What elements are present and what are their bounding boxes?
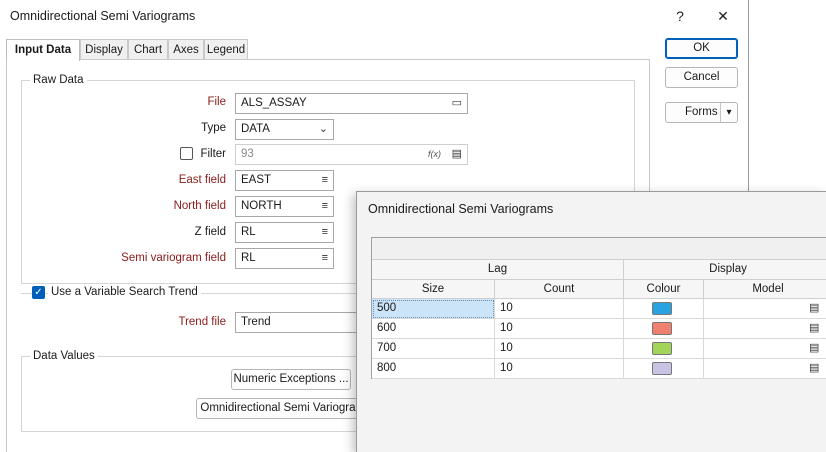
chevron-down-icon: ⌄ xyxy=(318,123,328,135)
semi-variograms-subdialog: Omnidirectional Semi Variograms Lag Disp… xyxy=(356,191,826,452)
type-value: DATA xyxy=(241,123,270,135)
colour-cell[interactable] xyxy=(624,319,704,339)
trend-file-value: Trend xyxy=(241,316,271,328)
window-title: Omnidirectional Semi Variograms xyxy=(10,9,196,23)
count-column-header[interactable]: Count xyxy=(495,280,624,299)
list-icon[interactable]: ≡ xyxy=(322,249,328,268)
tab-axes[interactable]: Axes xyxy=(168,39,204,60)
grid-toolbar-band xyxy=(372,238,826,260)
file-browse-icon[interactable]: ▭ xyxy=(452,94,462,113)
ok-button[interactable]: OK xyxy=(665,38,738,59)
east-field-input[interactable]: EAST ≡ xyxy=(235,170,334,191)
raw-data-label: Raw Data xyxy=(30,74,87,86)
filter-value: 93 xyxy=(241,148,254,160)
colour-swatch[interactable] xyxy=(652,302,672,315)
model-editor-icon[interactable]: ▤ xyxy=(809,299,819,318)
filter-checkbox[interactable] xyxy=(180,147,193,160)
forms-dropdown-icon[interactable]: ▾ xyxy=(720,103,737,122)
count-cell[interactable]: 10 xyxy=(495,319,624,339)
file-label: File xyxy=(207,96,226,108)
colour-swatch[interactable] xyxy=(652,342,672,355)
lag-grid: Lag Display Size Count Colour Model 500 … xyxy=(371,237,826,379)
model-cell[interactable]: ▤ xyxy=(704,359,826,379)
data-values-label: Data Values xyxy=(30,350,98,362)
east-field-label: East field xyxy=(178,174,226,186)
model-cell[interactable]: ▤ xyxy=(704,319,826,339)
cancel-button[interactable]: Cancel xyxy=(665,67,738,88)
north-field-value: NORTH xyxy=(241,200,282,212)
colour-swatch[interactable] xyxy=(652,362,672,375)
size-cell[interactable]: 500 xyxy=(372,299,495,319)
count-cell[interactable]: 10 xyxy=(495,359,624,379)
tab-display[interactable]: Display xyxy=(80,39,128,60)
forms-label: Forms xyxy=(685,106,718,118)
east-field-value: EAST xyxy=(241,174,272,186)
display-group-header: Display xyxy=(624,260,826,280)
count-cell[interactable]: 10 xyxy=(495,339,624,359)
north-field-input[interactable]: NORTH ≡ xyxy=(235,196,334,217)
trend-checkbox-label[interactable]: Use a Variable Search Trend xyxy=(48,286,201,298)
size-cell[interactable]: 800 xyxy=(372,359,495,379)
file-value: ALS_ASSAY xyxy=(241,97,307,109)
z-field-label: Z field xyxy=(194,226,226,238)
type-select[interactable]: DATA ⌄ xyxy=(235,119,334,140)
colour-cell[interactable] xyxy=(624,339,704,359)
size-column-header[interactable]: Size xyxy=(372,280,495,299)
size-cell[interactable]: 600 xyxy=(372,319,495,339)
lag-group-header: Lag xyxy=(372,260,624,280)
subdialog-title: Omnidirectional Semi Variograms xyxy=(368,202,554,216)
filter-label: Filter xyxy=(200,148,226,160)
list-icon[interactable]: ▤ xyxy=(452,145,462,164)
close-button[interactable]: ✕ xyxy=(708,4,738,28)
list-icon[interactable]: ≡ xyxy=(322,197,328,216)
help-button[interactable]: ? xyxy=(665,4,695,28)
trend-checkbox[interactable]: ✓ xyxy=(32,286,45,299)
forms-button[interactable]: Forms ▾ xyxy=(665,102,738,123)
colour-cell[interactable] xyxy=(624,299,704,319)
z-field-input[interactable]: RL ≡ xyxy=(235,222,334,243)
tab-legend[interactable]: Legend xyxy=(204,39,248,60)
model-cell[interactable]: ▤ xyxy=(704,299,826,319)
tab-chart[interactable]: Chart xyxy=(128,39,168,60)
model-column-header[interactable]: Model xyxy=(704,280,826,299)
north-field-label: North field xyxy=(173,200,226,212)
colour-cell[interactable] xyxy=(624,359,704,379)
filter-input[interactable]: 93 f(x) ▤ xyxy=(235,144,468,165)
model-editor-icon[interactable]: ▤ xyxy=(809,319,819,338)
expression-icon[interactable]: f(x) xyxy=(428,145,441,164)
count-cell[interactable]: 10 xyxy=(495,299,624,319)
model-cell[interactable]: ▤ xyxy=(704,339,826,359)
colour-column-header[interactable]: Colour xyxy=(624,280,704,299)
semi-variogram-field-input[interactable]: RL ≡ xyxy=(235,248,334,269)
list-icon[interactable]: ≡ xyxy=(322,223,328,242)
z-field-value: RL xyxy=(241,226,256,238)
numeric-exceptions-button[interactable]: Numeric Exceptions ... xyxy=(231,369,351,390)
semi-variogram-field-value: RL xyxy=(241,252,256,264)
semi-variogram-field-label: Semi variogram field xyxy=(121,252,226,264)
trend-file-label: Trend file xyxy=(178,316,226,328)
list-icon[interactable]: ≡ xyxy=(322,171,328,190)
colour-swatch[interactable] xyxy=(652,322,672,335)
type-label: Type xyxy=(201,122,226,134)
model-editor-icon[interactable]: ▤ xyxy=(809,359,819,378)
model-editor-icon[interactable]: ▤ xyxy=(809,339,819,358)
size-cell[interactable]: 700 xyxy=(372,339,495,359)
tab-input-data[interactable]: Input Data xyxy=(6,39,80,61)
title-bar: Omnidirectional Semi Variograms ? ✕ xyxy=(0,0,749,32)
file-input[interactable]: ALS_ASSAY ▭ xyxy=(235,93,468,114)
